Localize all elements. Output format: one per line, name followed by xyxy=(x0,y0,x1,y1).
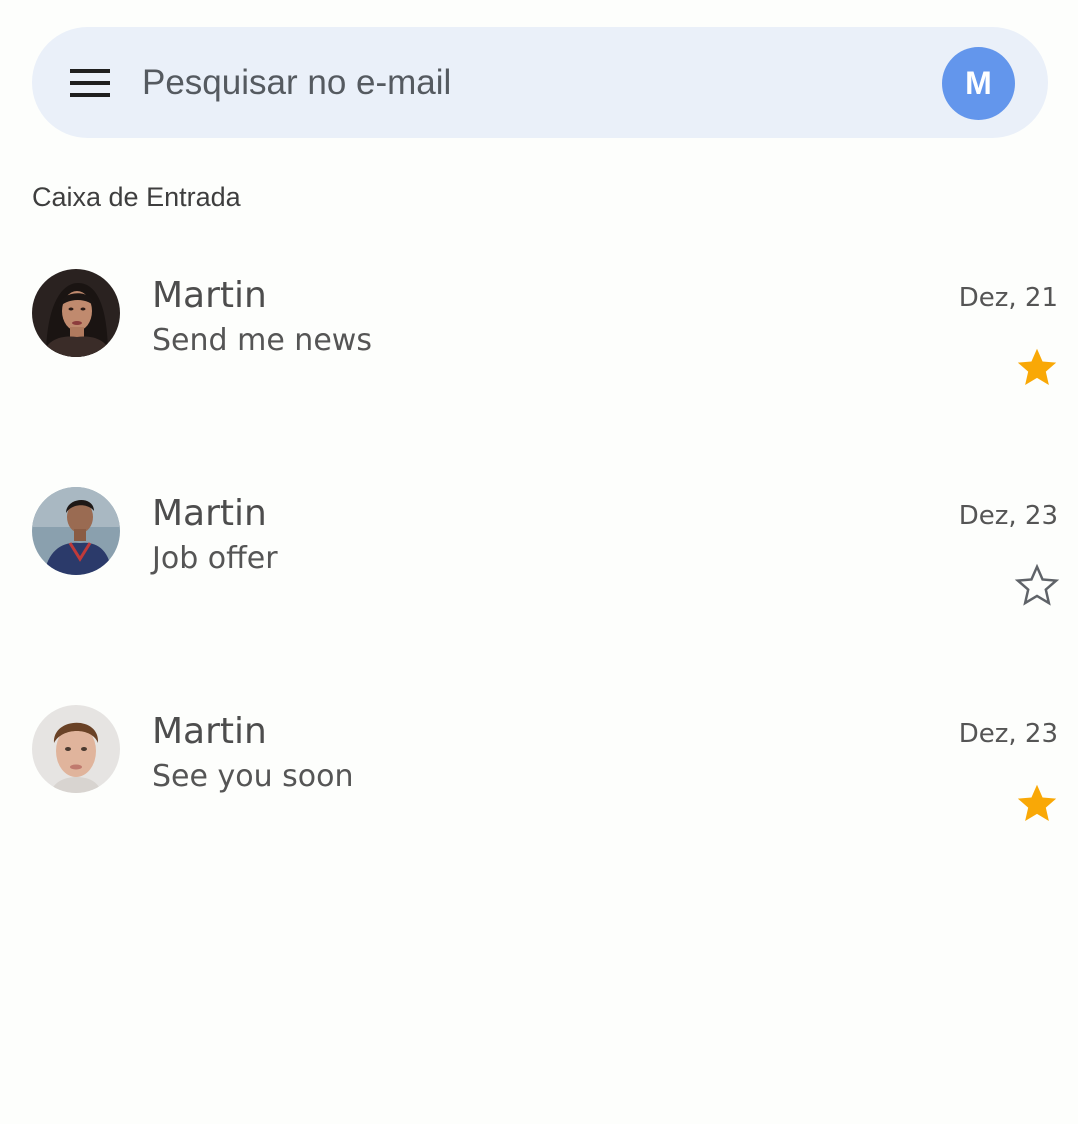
search-bar[interactable]: M xyxy=(32,27,1048,138)
search-input[interactable] xyxy=(142,57,902,109)
email-row[interactable]: Martin Job offer Dez, 23 xyxy=(0,487,1078,687)
email-subject: Job offer xyxy=(152,541,278,576)
inbox-title: Caixa de Entrada xyxy=(32,182,241,212)
email-sender: Martin xyxy=(152,493,267,534)
email-subject: Send me news xyxy=(152,323,372,358)
email-row[interactable]: Martin Send me news Dez, 21 xyxy=(0,269,1078,469)
email-date: Dez, 23 xyxy=(958,501,1058,531)
star-outline-icon[interactable] xyxy=(1014,562,1060,608)
hamburger-menu-icon[interactable] xyxy=(68,67,112,99)
sender-avatar xyxy=(32,487,120,575)
email-subject: See you soon xyxy=(152,759,354,794)
star-filled-icon[interactable] xyxy=(1014,344,1060,390)
star-filled-icon[interactable] xyxy=(1014,780,1060,826)
email-row[interactable]: Martin See you soon Dez, 23 xyxy=(0,705,1078,905)
sender-avatar xyxy=(32,705,120,793)
email-sender: Martin xyxy=(152,711,267,752)
account-avatar[interactable]: M xyxy=(942,47,1015,120)
sender-avatar xyxy=(32,269,120,357)
email-date: Dez, 21 xyxy=(958,283,1058,313)
email-date: Dez, 23 xyxy=(958,719,1058,749)
email-sender: Martin xyxy=(152,275,267,316)
